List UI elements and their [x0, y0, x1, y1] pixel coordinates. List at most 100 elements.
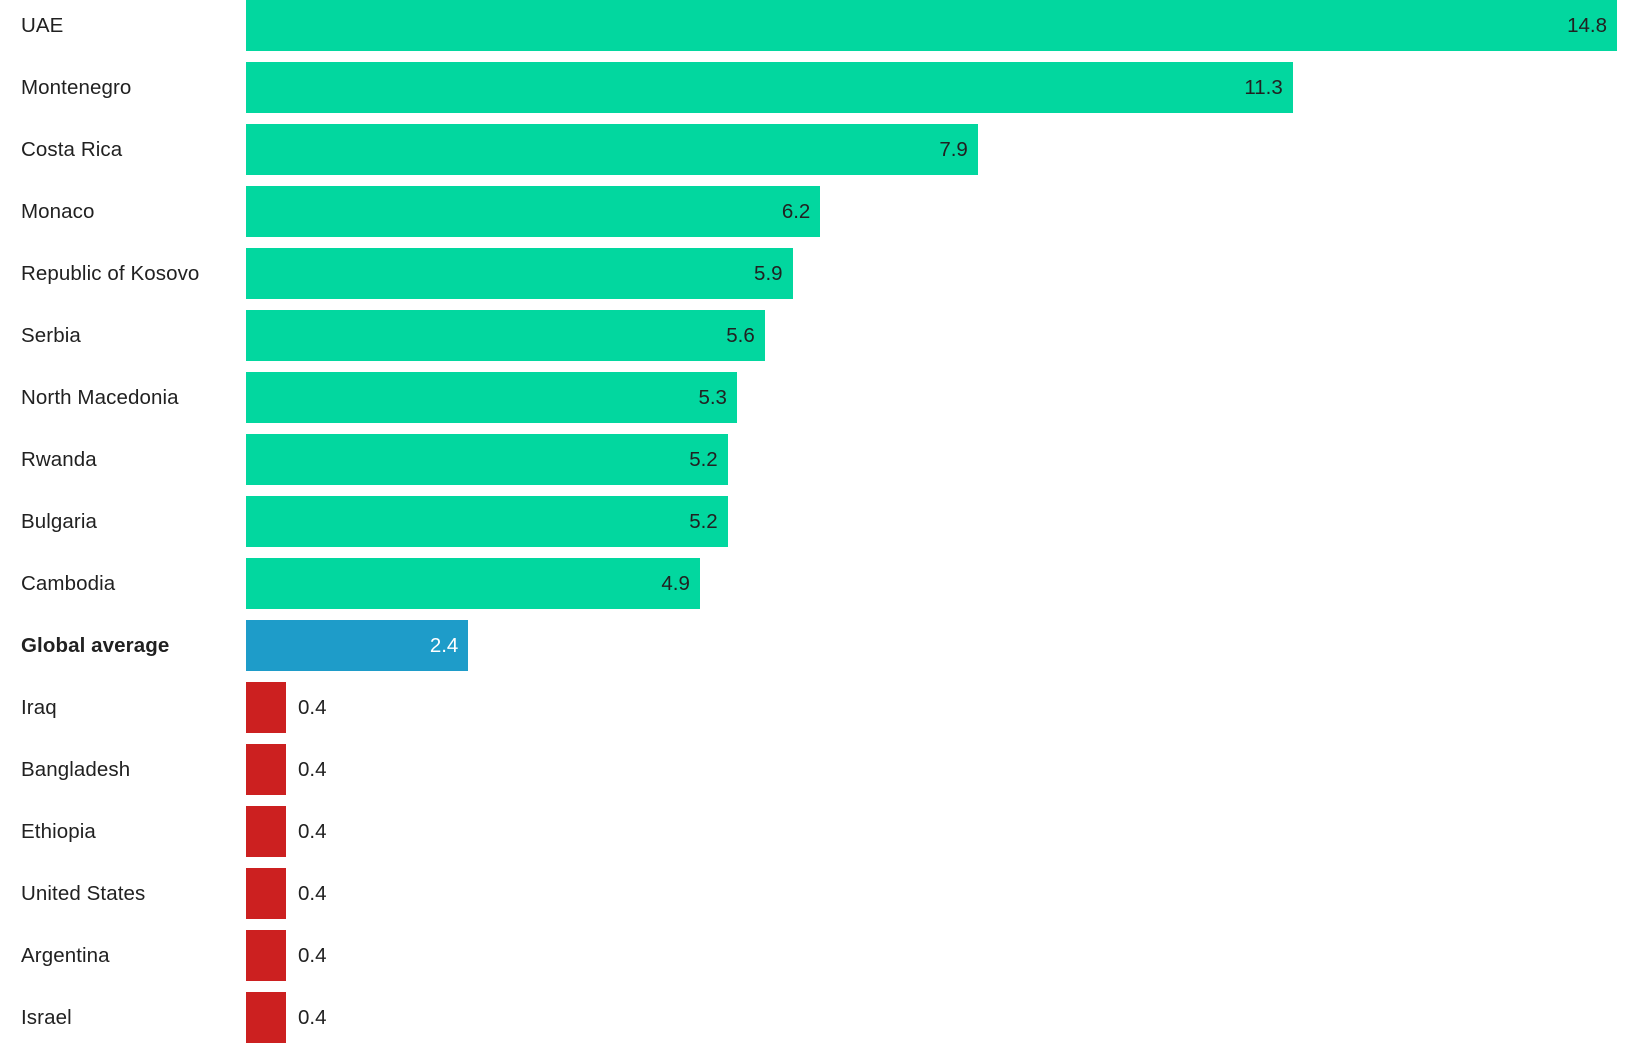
bar-value-label: 0.4 — [298, 820, 327, 843]
bar-track: 0.4 — [246, 930, 1640, 981]
bar-wrapper: 5.9 — [246, 248, 793, 299]
bar-value-label: 7.9 — [939, 138, 968, 161]
bar-row[interactable]: Bulgaria 5.2 — [0, 496, 1640, 558]
bar-wrapper: 2.4 — [246, 620, 469, 671]
bar-wrapper: 0.4 — [246, 992, 327, 1043]
bar-value-label: 4.9 — [661, 572, 690, 595]
bar-value-label: 14.8 — [1567, 14, 1607, 37]
bar-row[interactable]: Cambodia 4.9 — [0, 558, 1640, 620]
bar-row-label: Republic of Kosovo — [21, 262, 200, 285]
bar-track: 5.3 — [246, 372, 1640, 423]
bar-track: 5.9 — [246, 248, 1640, 299]
bar-track: 0.4 — [246, 744, 1640, 795]
bar-above-average[interactable] — [246, 62, 1293, 113]
bar-row-label: Rwanda — [21, 448, 97, 471]
bar-chart: UAE 14.8 Montenegro 11.3 Costa Rica 7.9 Monaco… — [0, 0, 1640, 1043]
bar-above-average[interactable] — [246, 310, 765, 361]
bar-below-average[interactable] — [246, 682, 286, 733]
bar-track: 0.4 — [246, 806, 1640, 857]
bar-below-average[interactable] — [246, 868, 286, 919]
bar-above-average[interactable] — [246, 124, 978, 175]
bar-row-label: Montenegro — [21, 76, 132, 99]
bar-value-label: 0.4 — [298, 944, 327, 967]
bar-track: 7.9 — [246, 124, 1640, 175]
bar-row[interactable]: UAE 14.8 — [0, 0, 1640, 62]
bar-row[interactable]: Serbia 5.6 — [0, 310, 1640, 372]
bar-row-label: Argentina — [21, 944, 110, 967]
bar-wrapper: 11.3 — [246, 62, 1293, 113]
bar-wrapper: 0.4 — [246, 868, 327, 919]
bar-wrapper: 5.3 — [246, 372, 737, 423]
bar-track: 11.3 — [246, 62, 1640, 113]
bar-wrapper: 4.9 — [246, 558, 700, 609]
bar-track: 0.4 — [246, 992, 1640, 1043]
bar-value-label: 5.2 — [689, 448, 718, 471]
bar-rows: UAE 14.8 Montenegro 11.3 Costa Rica 7.9 Monaco… — [0, 0, 1640, 1054]
bar-below-average[interactable] — [246, 806, 286, 857]
bar-value-label: 5.2 — [689, 510, 718, 533]
bar-value-label: 2.4 — [429, 634, 459, 657]
bar-above-average[interactable] — [246, 186, 821, 237]
bar-track: 0.4 — [246, 682, 1640, 733]
bar-row[interactable]: Monaco 6.2 — [0, 186, 1640, 248]
bar-above-average[interactable] — [246, 0, 1617, 51]
bar-wrapper: 5.6 — [246, 310, 765, 361]
bar-row[interactable]: Global average 2.4 — [0, 620, 1640, 682]
bar-row[interactable]: Argentina 0.4 — [0, 930, 1640, 992]
bar-value-label: 0.4 — [298, 1006, 327, 1029]
bar-value-label: 0.4 — [298, 758, 327, 781]
bar-below-average[interactable] — [246, 744, 286, 795]
bar-row[interactable]: Iraq 0.4 — [0, 682, 1640, 744]
bar-row[interactable]: Republic of Kosovo 5.9 — [0, 248, 1640, 310]
bar-row-label: Israel — [21, 1006, 72, 1029]
bar-value-label: 11.3 — [1244, 76, 1283, 99]
bar-wrapper: 5.2 — [246, 434, 728, 485]
bar-row-label: Global average — [21, 634, 170, 657]
bar-track: 5.2 — [246, 434, 1640, 485]
bar-wrapper: 7.9 — [246, 124, 978, 175]
bar-row-label: Bangladesh — [21, 758, 131, 781]
bar-wrapper: 0.4 — [246, 744, 327, 795]
bar-below-average[interactable] — [246, 992, 286, 1043]
bar-wrapper: 14.8 — [246, 0, 1617, 51]
bar-track: 14.8 — [246, 0, 1640, 51]
bar-row[interactable]: North Macedonia 5.3 — [0, 372, 1640, 434]
bar-value-label: 6.2 — [781, 200, 811, 223]
bar-row-label: Cambodia — [21, 572, 116, 595]
bar-row-label: Ethiopia — [21, 820, 96, 843]
bar-above-average[interactable] — [246, 248, 793, 299]
bar-wrapper: 6.2 — [246, 186, 821, 237]
bar-wrapper: 0.4 — [246, 806, 327, 857]
bar-row[interactable]: United States 0.4 — [0, 868, 1640, 930]
bar-value-label: 5.9 — [754, 262, 783, 285]
bar-above-average[interactable] — [246, 558, 700, 609]
bar-wrapper: 5.2 — [246, 496, 728, 547]
bar-wrapper: 0.4 — [246, 930, 327, 981]
bar-track: 4.9 — [246, 558, 1640, 609]
bar-row[interactable]: Costa Rica 7.9 — [0, 124, 1640, 186]
bar-row[interactable]: Bangladesh 0.4 — [0, 744, 1640, 806]
bar-above-average[interactable] — [246, 372, 737, 423]
bar-row-label: Costa Rica — [21, 138, 123, 161]
bar-row-label: Monaco — [21, 200, 95, 223]
bar-row[interactable]: Ethiopia 0.4 — [0, 806, 1640, 868]
bar-value-label: 5.3 — [698, 386, 727, 409]
bar-row-label: Iraq — [21, 696, 57, 719]
bar-track: 0.4 — [246, 868, 1640, 919]
bar-below-average[interactable] — [246, 930, 286, 981]
bar-row[interactable]: Montenegro 11.3 — [0, 62, 1640, 124]
bar-track: 6.2 — [246, 186, 1640, 237]
bar-above-average[interactable] — [246, 434, 728, 485]
bar-value-label: 0.4 — [298, 882, 327, 905]
bar-row-label: UAE — [21, 14, 64, 37]
bar-track: 5.2 — [246, 496, 1640, 547]
bar-row[interactable]: Rwanda 5.2 — [0, 434, 1640, 496]
bar-row[interactable]: Israel 0.4 — [0, 992, 1640, 1054]
bar-row-label: United States — [21, 882, 146, 905]
bar-above-average[interactable] — [246, 496, 728, 547]
bar-row-label: Serbia — [21, 324, 81, 347]
bar-row-label: North Macedonia — [21, 386, 179, 409]
bar-track: 5.6 — [246, 310, 1640, 361]
bar-row-label: Bulgaria — [21, 510, 98, 533]
bar-track: 2.4 — [246, 620, 1640, 671]
